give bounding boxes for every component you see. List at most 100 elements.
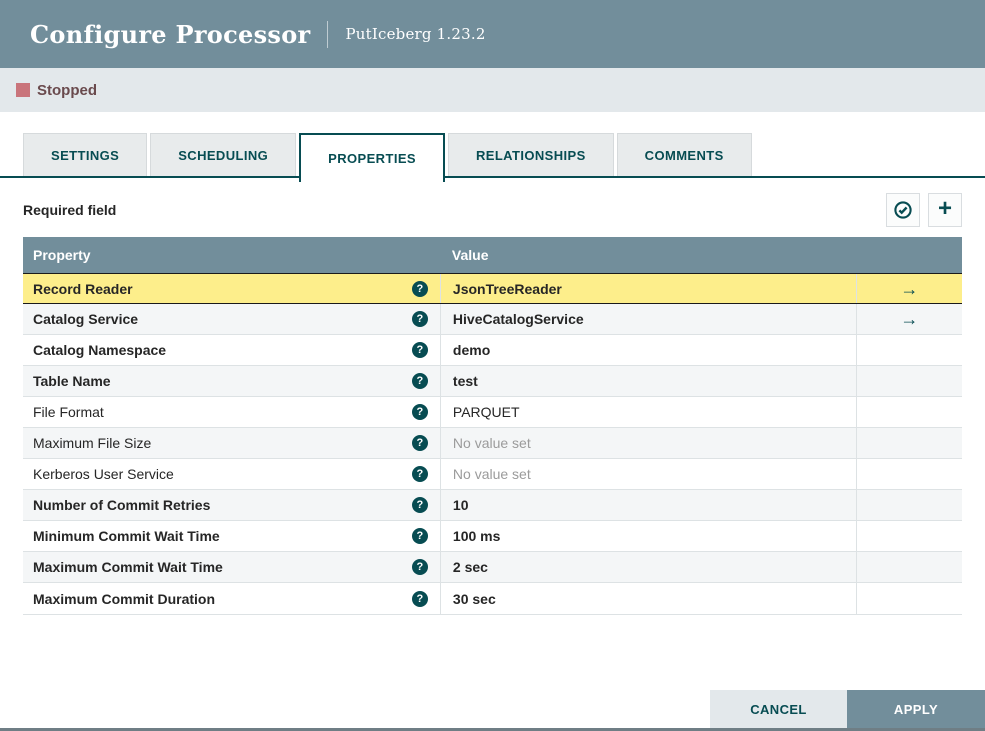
property-cell: Catalog Namespace ? [23, 335, 440, 365]
property-cell: File Format ? [23, 397, 440, 427]
property-cell: Catalog Service ? [23, 304, 440, 334]
tab-label: PROPERTIES [328, 151, 416, 166]
property-name: Catalog Namespace [33, 342, 167, 358]
tab-relationships[interactable]: RELATIONSHIPS [447, 133, 614, 176]
add-property-button[interactable]: + [928, 193, 962, 227]
property-value: test [452, 373, 478, 389]
right-arrow-icon[interactable]: → [900, 280, 918, 298]
help-question-icon[interactable]: ? [411, 559, 428, 575]
column-header-value: Value [451, 247, 489, 263]
help-question-icon[interactable]: ? [411, 280, 428, 297]
goto-service-cell [855, 521, 962, 551]
goto-service-cell [855, 583, 962, 614]
configure-processor-dialog: Configure Processor PutIceberg 1.23.2 St… [0, 0, 985, 731]
property-cell: Maximum File Size ? [23, 428, 440, 458]
property-cell: Maximum Commit Duration ? [23, 583, 440, 614]
property-cell: Number of Commit Retries ? [23, 490, 440, 520]
apply-button[interactable]: APPLY [847, 690, 985, 728]
value-cell[interactable]: 100 ms [439, 521, 856, 551]
help-question-icon[interactable]: ? [411, 590, 428, 607]
goto-service-cell [855, 428, 962, 458]
goto-service-cell [855, 366, 962, 396]
help-question-icon[interactable]: ? [411, 435, 428, 451]
property-row-file-format: File Format ? PARQUET [23, 397, 962, 428]
property-value: 30 sec [452, 590, 496, 607]
tab-label: COMMENTS [644, 147, 724, 163]
tab-label: SCHEDULING [178, 147, 269, 163]
property-cell: Minimum Commit Wait Time ? [23, 521, 440, 551]
help-question-icon[interactable]: ? [411, 311, 428, 327]
stopped-square-icon [16, 83, 30, 97]
property-name: Record Reader [33, 280, 133, 297]
help-question-icon[interactable]: ? [411, 342, 428, 358]
property-row-record-reader: Record Reader ? JsonTreeReader → [23, 273, 962, 304]
tab-label: SETTINGS [51, 147, 120, 163]
property-value: PARQUET [452, 404, 520, 420]
properties-table: Property Value Record Reader ? JsonTreeR… [23, 237, 962, 615]
property-name: Table Name [33, 373, 111, 389]
toolbar-buttons: + [886, 193, 962, 227]
column-header-property: Property [33, 247, 91, 263]
property-name: File Format [33, 404, 104, 420]
goto-service-cell [855, 335, 962, 365]
check-circle-icon [893, 200, 913, 220]
help-question-icon[interactable]: ? [411, 404, 428, 420]
tab-properties[interactable]: PROPERTIES [299, 133, 445, 182]
property-name: Number of Commit Retries [33, 497, 211, 513]
dialog-title: Configure Processor [30, 19, 311, 49]
property-cell: Table Name ? [23, 366, 440, 396]
goto-service-cell [855, 459, 962, 489]
property-row-minimum-commit-wait-time: Minimum Commit Wait Time ? 100 ms [23, 521, 962, 552]
table-rows: Record Reader ? JsonTreeReader → Catalog… [23, 273, 962, 614]
property-cell: Record Reader ? [23, 274, 440, 303]
property-value: JsonTreeReader [452, 280, 562, 297]
tab-strip: SETTINGS SCHEDULING PROPERTIES RELATIONS… [0, 133, 985, 182]
value-cell[interactable]: 10 [439, 490, 856, 520]
value-cell[interactable]: No value set [439, 459, 856, 489]
plus-icon: + [937, 195, 952, 222]
tab-scheduling[interactable]: SCHEDULING [150, 133, 297, 176]
property-name: Maximum Commit Duration [33, 590, 216, 607]
property-cell: Maximum Commit Wait Time ? [23, 552, 440, 582]
properties-toolbar: Required field + [23, 193, 962, 227]
property-name: Catalog Service [33, 311, 139, 327]
tab-settings[interactable]: SETTINGS [23, 133, 148, 176]
goto-service-cell: → [855, 304, 962, 334]
value-cell[interactable]: PARQUET [439, 397, 856, 427]
property-row-number-of-commit-retries: Number of Commit Retries ? 10 [23, 490, 962, 521]
status-label: Stopped [37, 81, 97, 99]
property-name: Minimum Commit Wait Time [33, 528, 220, 544]
goto-service-cell [855, 397, 962, 427]
status-bar: Stopped [0, 68, 985, 112]
help-question-icon[interactable]: ? [411, 466, 428, 482]
value-cell[interactable]: HiveCatalogService [439, 304, 856, 334]
right-arrow-icon[interactable]: → [900, 310, 918, 328]
value-cell[interactable]: 2 sec [439, 552, 856, 582]
properties-panel: Required field + Property Value Record R… [0, 193, 985, 615]
tab-comments[interactable]: COMMENTS [616, 133, 752, 176]
cancel-button[interactable]: CANCEL [710, 690, 847, 728]
property-cell: Kerberos User Service ? [23, 459, 440, 489]
goto-service-cell [855, 490, 962, 520]
help-question-icon[interactable]: ? [411, 373, 428, 389]
property-name: Maximum File Size [33, 435, 152, 451]
verify-properties-button[interactable] [886, 193, 920, 227]
value-cell[interactable]: No value set [439, 428, 856, 458]
value-cell[interactable]: JsonTreeReader [439, 274, 856, 303]
help-question-icon[interactable]: ? [411, 497, 428, 513]
value-cell[interactable]: test [439, 366, 856, 396]
dialog-footer: CANCEL APPLY [710, 690, 985, 728]
value-cell[interactable]: 30 sec [439, 583, 856, 614]
goto-service-cell [855, 552, 962, 582]
property-row-maximum-file-size: Maximum File Size ? No value set [23, 428, 962, 459]
help-question-icon[interactable]: ? [411, 528, 428, 544]
property-row-catalog-service: Catalog Service ? HiveCatalogService → [23, 304, 962, 335]
table-header-row: Property Value [23, 237, 962, 273]
tab-label: RELATIONSHIPS [475, 147, 586, 163]
property-row-table-name: Table Name ? test [23, 366, 962, 397]
title-divider [327, 20, 329, 48]
property-value: No value set [452, 435, 531, 451]
property-value: 10 [452, 497, 469, 513]
goto-service-cell: → [855, 274, 962, 303]
value-cell[interactable]: demo [439, 335, 856, 365]
